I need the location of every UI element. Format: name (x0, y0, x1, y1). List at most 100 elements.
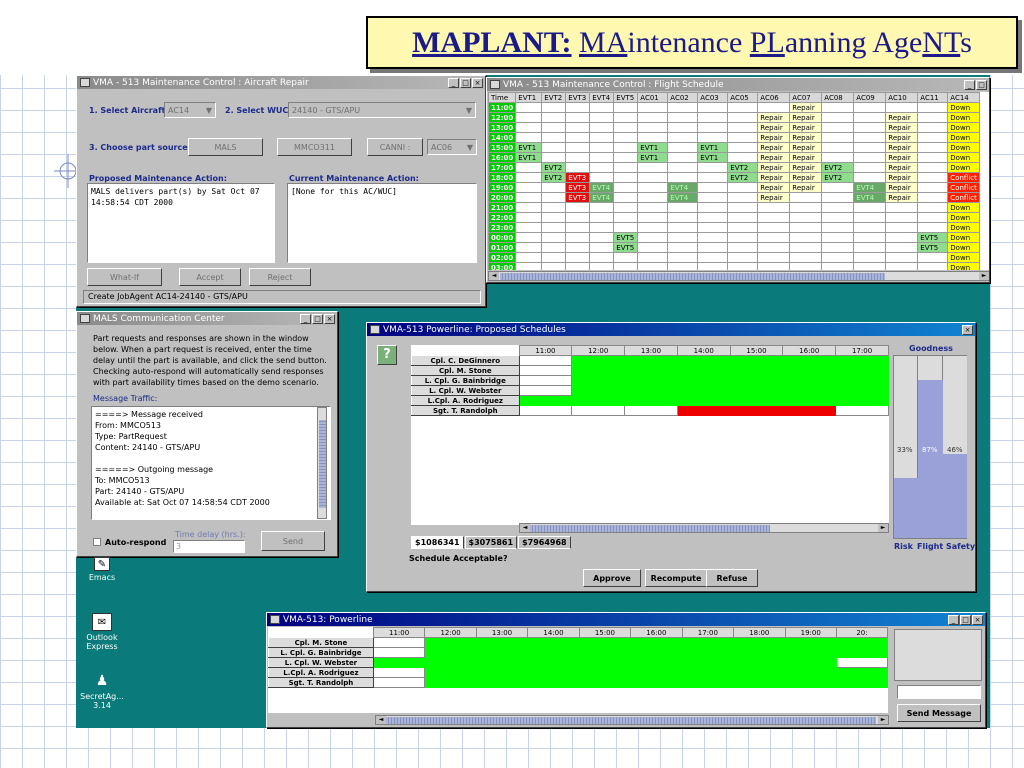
schedule-cell[interactable] (527, 667, 580, 678)
schedule-cell[interactable] (541, 152, 567, 163)
schedule-cell[interactable]: Repair (885, 182, 919, 193)
schedule-cell[interactable] (589, 122, 615, 133)
schedule-cell[interactable] (613, 112, 639, 123)
schedule-cell[interactable] (571, 385, 626, 396)
schedule-cell[interactable] (613, 162, 639, 173)
minimize-icon[interactable]: _ (300, 313, 311, 324)
schedule-cell[interactable]: Repair (757, 192, 791, 203)
schedule-cell[interactable] (667, 172, 699, 183)
schedule-cell[interactable] (917, 202, 949, 213)
window-titlebar[interactable]: MALS Communication Center _ □ × (77, 312, 337, 325)
schedule-cell[interactable] (676, 395, 731, 406)
schedule-cell[interactable] (613, 252, 639, 263)
schedule-cell[interactable] (917, 132, 949, 143)
schedule-cell[interactable] (733, 677, 786, 688)
schedule-cell[interactable] (565, 102, 591, 113)
window-titlebar[interactable]: VMA - 513 Maintenance Control : Aircraft… (77, 76, 485, 89)
schedule-cell[interactable] (821, 132, 855, 143)
schedule-cell[interactable] (372, 647, 426, 658)
tab-schedule-2[interactable]: $3075861 (464, 536, 518, 549)
schedule-cell[interactable]: Down (947, 252, 981, 263)
secretagent-desktop-icon[interactable]: ♟ SecretAg... 3.14 (77, 672, 127, 710)
schedule-cell[interactable] (637, 222, 669, 233)
schedule-cell[interactable] (757, 232, 791, 243)
schedule-cell[interactable] (541, 232, 567, 243)
schedule-cell[interactable] (515, 192, 543, 203)
help-icon[interactable]: ? (377, 345, 397, 365)
schedule-cell[interactable] (681, 647, 735, 658)
schedule-cell[interactable]: Conflict (947, 172, 981, 183)
schedule-cell[interactable]: Conflict (947, 182, 981, 193)
schedule-cell[interactable] (789, 192, 823, 203)
schedule-cell[interactable] (697, 182, 729, 193)
schedule-cell[interactable] (853, 212, 887, 223)
schedule-cell[interactable] (789, 242, 823, 253)
schedule-cell[interactable] (637, 262, 669, 270)
schedule-cell[interactable] (727, 102, 759, 113)
schedule-cell[interactable] (727, 212, 759, 223)
schedule-cell[interactable] (733, 647, 786, 658)
schedule-cell[interactable] (541, 102, 567, 113)
schedule-cell[interactable]: EVT4 (589, 192, 615, 203)
schedule-cell[interactable] (835, 375, 889, 386)
schedule-cell[interactable] (757, 202, 791, 213)
aircraft-select[interactable]: AC14 ▼ (164, 102, 216, 118)
schedule-cell[interactable] (733, 657, 786, 668)
schedule-cell[interactable]: EVT3 (565, 182, 591, 193)
schedule-cell[interactable] (475, 647, 529, 658)
schedule-cell[interactable] (757, 212, 791, 223)
schedule-cell[interactable] (727, 222, 759, 233)
schedule-cell[interactable] (733, 637, 786, 648)
schedule-cell[interactable] (565, 122, 591, 133)
schedule-cell[interactable] (589, 102, 615, 113)
schedule-cell[interactable] (589, 252, 615, 263)
schedule-cell[interactable] (565, 242, 591, 253)
schedule-cell[interactable] (424, 667, 477, 678)
schedule-cell[interactable]: EVT1 (637, 142, 669, 153)
schedule-cell[interactable] (667, 232, 699, 243)
schedule-cell[interactable]: EVT2 (821, 162, 855, 173)
schedule-cell[interactable] (613, 132, 639, 143)
schedule-cell[interactable] (697, 242, 729, 253)
schedule-cell[interactable] (475, 657, 529, 668)
schedule-cell[interactable] (589, 232, 615, 243)
maximize-icon[interactable]: □ (976, 79, 987, 90)
schedule-cell[interactable] (571, 365, 626, 376)
schedule-cell[interactable] (589, 212, 615, 223)
schedule-cell[interactable]: Repair (757, 112, 791, 123)
schedule-cell[interactable] (565, 222, 591, 233)
schedule-cell[interactable] (515, 132, 543, 143)
schedule-cell[interactable] (853, 202, 887, 213)
schedule-cell[interactable] (727, 122, 759, 133)
schedule-cell[interactable]: Down (947, 232, 981, 243)
send-message-button[interactable]: Send Message (897, 704, 981, 722)
schedule-cell[interactable] (372, 677, 426, 688)
schedule-cell[interactable] (541, 242, 567, 253)
schedule-cell[interactable]: Repair (885, 112, 919, 123)
schedule-cell[interactable] (630, 677, 683, 688)
scroll-thumb[interactable] (530, 525, 770, 532)
schedule-cell[interactable] (578, 677, 632, 688)
schedule-cell[interactable] (697, 232, 729, 243)
schedule-cell[interactable] (667, 122, 699, 133)
canni-aircraft-select[interactable]: AC06 ▼ (427, 139, 477, 155)
schedule-cell[interactable] (729, 395, 784, 406)
schedule-cell[interactable]: Repair (757, 122, 791, 133)
close-icon[interactable]: × (972, 614, 983, 625)
schedule-cell[interactable] (681, 667, 735, 678)
window-titlebar[interactable]: VMA - 513 Maintenance Control : Flight S… (487, 78, 989, 91)
schedule-cell[interactable] (729, 355, 784, 366)
schedule-cell[interactable] (667, 252, 699, 263)
schedule-cell[interactable] (589, 262, 615, 270)
schedule-cell[interactable] (835, 365, 889, 376)
schedule-cell[interactable] (757, 252, 791, 263)
schedule-cell[interactable]: Repair (885, 162, 919, 173)
schedule-cell[interactable] (835, 667, 888, 678)
schedule-cell[interactable] (637, 172, 669, 183)
schedule-cell[interactable]: EVT4 (853, 182, 887, 193)
schedule-cell[interactable] (475, 637, 529, 648)
schedule-cell[interactable]: Repair (789, 182, 823, 193)
schedule-cell[interactable] (784, 677, 837, 688)
schedule-cell[interactable] (541, 212, 567, 223)
tab-schedule-1[interactable]: $1086341 (411, 536, 464, 549)
